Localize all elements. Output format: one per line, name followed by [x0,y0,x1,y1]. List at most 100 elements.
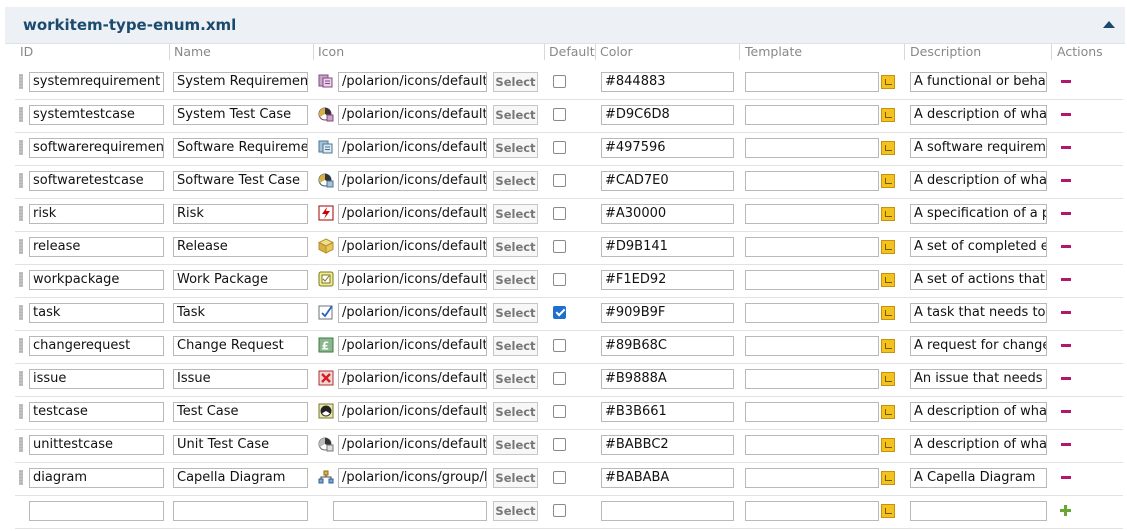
remove-row-icon[interactable] [1061,377,1071,380]
name-field[interactable]: Work Package [173,270,308,290]
name-field[interactable]: Software Requirement [173,138,308,158]
description-field[interactable]: A description of what needs to be tested [910,105,1047,125]
template-field[interactable] [745,336,879,356]
icon-path-field[interactable]: /polarion/icons/default/enums/type_risk.… [338,204,487,224]
color-field[interactable]: #D9B141 [601,237,734,257]
select-icon-button[interactable]: Select [493,171,538,191]
description-field[interactable]: A specification of a possible risk [910,204,1047,224]
icon-path-field[interactable]: /polarion/icons/default/enums/type_issue… [338,369,487,389]
color-field[interactable]: #497596 [601,138,734,158]
id-field[interactable]: unittestcase [29,435,164,455]
icon-path-field[interactable]: /polarion/icons/default/enums/type_unit_… [338,435,487,455]
new-description-field[interactable] [910,501,1047,521]
remove-row-icon[interactable] [1061,344,1071,347]
color-field[interactable]: #D9C6D8 [601,105,734,125]
remove-row-icon[interactable] [1061,311,1071,314]
description-field[interactable]: A description of what needs to be tested [910,435,1047,455]
name-field[interactable]: Risk [173,204,308,224]
description-field[interactable]: A software requirement [910,138,1047,158]
color-field[interactable]: #CAD7E0 [601,171,734,191]
icon-path-field[interactable]: /polarion/icons/default/enums/type_softw… [338,138,487,158]
drag-handle-icon[interactable] [19,371,23,386]
default-checkbox[interactable] [553,471,566,484]
id-field[interactable]: changerequest [29,336,164,356]
remove-row-icon[interactable] [1061,113,1071,116]
add-row-icon[interactable] [1060,505,1071,516]
drag-handle-icon[interactable] [19,74,23,89]
select-icon-button[interactable]: Select [493,72,538,92]
template-field[interactable] [745,435,879,455]
name-field[interactable]: Software Test Case [173,171,308,191]
template-field[interactable] [745,303,879,323]
remove-row-icon[interactable] [1061,146,1071,149]
icon-path-field[interactable]: /polarion/icons/default/enums/type_testc… [338,402,487,422]
default-checkbox[interactable] [553,438,566,451]
name-field[interactable]: Capella Diagram [173,468,308,488]
default-checkbox[interactable] [553,273,566,286]
description-field[interactable]: A description of what needs to be tested [910,171,1047,191]
new-name-field[interactable] [173,501,308,521]
default-checkbox[interactable] [553,372,566,385]
description-field[interactable]: A set of completed efforts [910,237,1047,257]
id-field[interactable]: task [29,303,164,323]
remove-row-icon[interactable] [1061,179,1071,182]
default-checkbox[interactable] [553,504,566,517]
color-field[interactable]: #B9888A [601,369,734,389]
id-field[interactable]: risk [29,204,164,224]
template-field[interactable] [745,369,879,389]
template-field[interactable] [745,138,879,158]
select-icon-button[interactable]: Select [493,237,538,257]
color-field[interactable]: #89B68C [601,336,734,356]
description-field[interactable]: A description of what needs to be tested [910,402,1047,422]
color-field[interactable]: #B3B661 [601,402,734,422]
id-field[interactable]: softwarerequirement [29,138,164,158]
default-checkbox[interactable] [553,108,566,121]
description-field[interactable]: A task that needs to be done [910,303,1047,323]
id-field[interactable]: issue [29,369,164,389]
description-field[interactable]: A request for change of requirements [910,336,1047,356]
name-field[interactable]: Test Case [173,402,308,422]
id-field[interactable]: softwaretestcase [29,171,164,191]
id-field[interactable]: testcase [29,402,164,422]
drag-handle-icon[interactable] [19,437,23,452]
select-icon-button[interactable]: Select [493,336,538,356]
icon-path-field[interactable]: /polarion/icons/default/enums/type_syste… [338,105,487,125]
select-icon-button[interactable]: Select [493,468,538,488]
remove-row-icon[interactable] [1061,443,1071,446]
drag-handle-icon[interactable] [19,338,23,353]
drag-handle-icon[interactable] [19,305,23,320]
new-color-field[interactable] [601,501,734,521]
template-field[interactable] [745,237,879,257]
drag-handle-icon[interactable] [19,470,23,485]
icon-path-field[interactable]: /polarion/icons/group/Diagram.png [338,468,487,488]
select-icon-button[interactable]: Select [493,435,538,455]
template-field[interactable] [745,72,879,92]
select-icon-button[interactable]: Select [493,369,538,389]
id-field[interactable]: workpackage [29,270,164,290]
color-field[interactable]: #844883 [601,72,734,92]
icon-path-field[interactable]: /polarion/icons/default/enums/type_task.… [338,303,487,323]
template-field[interactable] [745,270,879,290]
color-field[interactable]: #BABBC2 [601,435,734,455]
default-checkbox[interactable] [553,75,566,88]
new-icon-path-field[interactable] [333,501,487,521]
name-field[interactable]: Release [173,237,308,257]
id-field[interactable]: diagram [29,468,164,488]
remove-row-icon[interactable] [1061,245,1071,248]
default-checkbox[interactable] [553,240,566,253]
template-picker-icon[interactable] [881,471,895,485]
description-field[interactable]: A Capella Diagram [910,468,1047,488]
icon-path-field[interactable]: /polarion/icons/default/enums/type_chang… [338,336,487,356]
default-checkbox[interactable] [553,141,566,154]
remove-row-icon[interactable] [1061,80,1071,83]
icon-path-field[interactable]: /polarion/icons/default/enums/type_softw… [338,171,487,191]
template-picker-icon[interactable] [881,306,895,320]
template-picker-icon[interactable] [881,273,895,287]
remove-row-icon[interactable] [1061,212,1071,215]
template-picker-icon[interactable] [881,75,895,89]
id-field[interactable]: systemrequirement [29,72,164,92]
template-picker-icon[interactable] [881,405,895,419]
name-field[interactable]: System Test Case [173,105,308,125]
new-template-field[interactable] [745,501,879,521]
select-icon-button[interactable]: Select [493,303,538,323]
